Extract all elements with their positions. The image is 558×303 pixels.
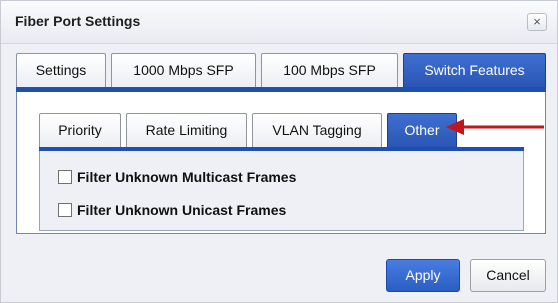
cancel-button[interactable]: Cancel [470, 259, 546, 292]
dialog-title: Fiber Port Settings [15, 13, 141, 29]
tab-settings[interactable]: Settings [16, 53, 106, 87]
tab-rate-limiting[interactable]: Rate Limiting [126, 113, 247, 147]
tab-priority[interactable]: Priority [39, 113, 121, 147]
title-bar: Fiber Port Settings × [1, 1, 557, 44]
annotation-arrow-icon [446, 119, 544, 135]
close-button[interactable]: × [527, 13, 547, 31]
other-options-panel [39, 151, 524, 231]
apply-button[interactable]: Apply [386, 259, 460, 292]
tab-100-mbps-sfp[interactable]: 100 Mbps SFP [261, 53, 398, 87]
filter-multicast-option[interactable]: Filter Unknown Multicast Frames [58, 168, 296, 186]
tab-1000-mbps-sfp[interactable]: 1000 Mbps SFP [111, 53, 256, 87]
filter-unicast-checkbox[interactable] [58, 203, 72, 217]
filter-unicast-option[interactable]: Filter Unknown Unicast Frames [58, 201, 286, 219]
filter-unicast-label[interactable]: Filter Unknown Unicast Frames [77, 202, 286, 218]
tab-vlan-tagging[interactable]: VLAN Tagging [252, 113, 382, 147]
filter-multicast-checkbox[interactable] [58, 170, 72, 184]
fiber-port-settings-dialog: Fiber Port Settings × Settings 1000 Mbps… [0, 0, 558, 303]
filter-multicast-label[interactable]: Filter Unknown Multicast Frames [77, 169, 296, 185]
tab-switch-features[interactable]: Switch Features [403, 53, 546, 87]
